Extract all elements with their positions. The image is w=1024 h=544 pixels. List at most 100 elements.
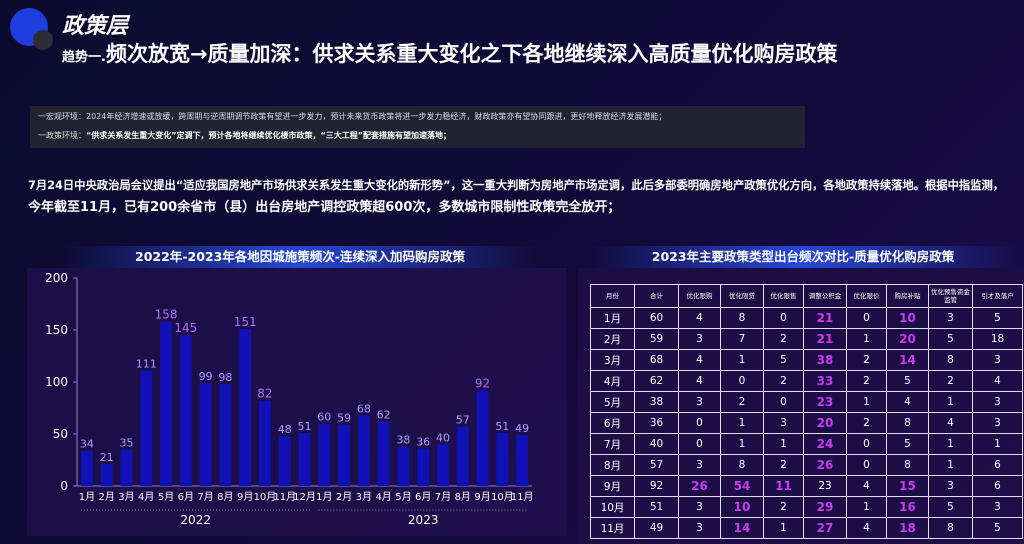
headline-text: 频次放宽→质量加深：供求关系重大变化之下各地继续深入高质量优化购房政策 bbox=[105, 42, 838, 66]
bar bbox=[496, 432, 509, 486]
table-row: 2月 59 3 7 2 21 1 20 5 18 bbox=[590, 328, 1023, 350]
bar-value-label: 111 bbox=[136, 358, 157, 371]
table-row: 4月 62 4 0 2 33 2 5 2 4 bbox=[590, 370, 1023, 392]
bar-value-label: 51 bbox=[298, 420, 312, 433]
bar bbox=[357, 415, 370, 486]
table-month-cell: 7月 bbox=[590, 433, 635, 455]
bar bbox=[476, 390, 489, 486]
table-value-cell: 1 bbox=[846, 328, 887, 350]
table-value-cell: 0 bbox=[763, 307, 804, 329]
table-value-cell: 8 bbox=[928, 517, 973, 539]
table-value-cell: 4 bbox=[928, 412, 973, 434]
table-value-cell: 16 bbox=[886, 496, 929, 518]
bar-value-label: 62 bbox=[377, 409, 391, 422]
table-value-cell: 5 bbox=[886, 370, 929, 392]
table-value-cell: 3 bbox=[972, 496, 1023, 518]
bar bbox=[199, 383, 212, 486]
table-value-cell: 92 bbox=[634, 475, 679, 497]
x-tick-label: 12月 bbox=[293, 491, 316, 503]
table-value-cell: 33 bbox=[803, 370, 847, 392]
table-month-cell: 2月 bbox=[590, 328, 635, 350]
table-value-cell: 6 bbox=[972, 475, 1023, 497]
bar bbox=[100, 464, 113, 486]
table-value-cell: 2 bbox=[928, 370, 973, 392]
table-value-cell: 23 bbox=[803, 391, 847, 413]
logo-dot-icon bbox=[33, 30, 53, 50]
table-value-cell: 36 bbox=[634, 412, 679, 434]
table-month-cell: 5月 bbox=[590, 391, 635, 413]
table-month-cell: 4月 bbox=[590, 370, 635, 392]
x-tick-label: 3月 bbox=[118, 491, 134, 503]
table-header-cell: 引才及落户 bbox=[972, 284, 1023, 308]
table-header-cell: 合计 bbox=[634, 284, 679, 308]
table-value-cell: 0 bbox=[846, 307, 887, 329]
bar-value-label: 92 bbox=[475, 376, 490, 390]
x-tick-label: 3月 bbox=[356, 491, 372, 503]
x-tick-label: 9月 bbox=[474, 491, 490, 503]
table-row: 10月 51 3 10 2 29 1 16 5 3 bbox=[590, 496, 1023, 518]
bar bbox=[397, 446, 410, 486]
summary-line-2: 今年截至11月，已有200余省市（县）出台房地产调控政策超600次，多数城市限制… bbox=[28, 200, 621, 215]
table-value-cell: 4 bbox=[886, 391, 929, 413]
macro-line: 一宏观环境：2024年经济增速或放缓，跨周期与逆周期调节政策有望进一步发力，预计… bbox=[38, 111, 666, 122]
table-value-cell: 24 bbox=[803, 433, 847, 455]
x-tick-label: 11月 bbox=[511, 491, 534, 503]
table-value-cell: 5 bbox=[928, 328, 973, 350]
table-header-cell: 调整公积金 bbox=[803, 284, 847, 308]
policy-label: 一政策环境： bbox=[38, 131, 86, 140]
bar bbox=[278, 436, 291, 486]
table-value-cell: 1 bbox=[720, 412, 764, 434]
bar-value-label: 151 bbox=[234, 315, 257, 329]
table-value-cell: 59 bbox=[634, 328, 679, 350]
bar bbox=[417, 448, 430, 486]
x-tick-label: 7月 bbox=[197, 491, 213, 503]
bar-value-label: 59 bbox=[337, 412, 351, 425]
bar bbox=[160, 321, 172, 486]
table-value-cell: 0 bbox=[678, 412, 721, 434]
x-tick-label: 5月 bbox=[158, 491, 174, 503]
bar bbox=[338, 424, 350, 486]
table-value-cell: 1 bbox=[763, 517, 804, 539]
table-value-cell: 20 bbox=[886, 328, 929, 350]
table-value-cell: 3 bbox=[678, 496, 721, 518]
table-value-cell: 21 bbox=[803, 307, 847, 329]
table-value-cell: 3 bbox=[678, 517, 721, 539]
table-value-cell: 3 bbox=[972, 391, 1023, 413]
bar bbox=[140, 370, 153, 486]
summary-line-1: 7月24日中央政治局会议提出“适应我国房地产市场供求关系发生重大变化的新形势”，… bbox=[28, 179, 1005, 192]
table-value-cell: 2 bbox=[720, 391, 764, 413]
bar bbox=[516, 435, 529, 486]
table-month-cell: 6月 bbox=[590, 412, 635, 434]
table-value-cell: 2 bbox=[763, 370, 804, 392]
table-header-cell: 优化限售 bbox=[763, 284, 804, 308]
table-value-cell: 1 bbox=[846, 496, 887, 518]
x-tick-label: 9月 bbox=[237, 491, 253, 503]
policy-text: “供求关系发生重大变化”定调下，预计各地将继续优化楼市政策，“三大工程”配套措施… bbox=[86, 131, 452, 140]
policy-line: 一政策环境：“供求关系发生重大变化”定调下，预计各地将继续优化楼市政策，“三大工… bbox=[38, 130, 451, 141]
table-value-cell: 8 bbox=[928, 349, 973, 371]
bar-value-label: 57 bbox=[456, 414, 470, 427]
table-value-cell: 23 bbox=[803, 475, 847, 497]
table-value-cell: 5 bbox=[972, 517, 1023, 539]
bar-value-label: 99 bbox=[199, 370, 213, 383]
table-value-cell: 29 bbox=[803, 496, 847, 518]
table-value-cell: 1 bbox=[846, 391, 887, 413]
bar-value-label: 51 bbox=[495, 420, 509, 433]
table-value-cell: 0 bbox=[846, 454, 887, 476]
table-value-cell: 0 bbox=[720, 370, 764, 392]
table-month-cell: 9月 bbox=[590, 475, 635, 497]
table-row: 11月 49 3 14 1 27 4 18 8 5 bbox=[590, 517, 1023, 539]
table-value-cell: 3 bbox=[763, 412, 804, 434]
table-value-cell: 18 bbox=[972, 328, 1023, 350]
bar-value-label: 60 bbox=[317, 411, 331, 424]
table-header-cell: 购房补贴 bbox=[886, 284, 929, 308]
bar bbox=[179, 335, 192, 486]
bar-value-label: 145 bbox=[174, 321, 197, 335]
table-month-cell: 10月 bbox=[590, 496, 635, 518]
table-month-cell: 1月 bbox=[590, 307, 635, 329]
macro-label: 一宏观环境： bbox=[38, 112, 86, 121]
table-value-cell: 26 bbox=[678, 475, 721, 497]
policy-type-table: 月份 合计 优化限购 优化限贷 优化限售 调整公积金 优化限价 购房补贴 优化预售资金监管 引才及… bbox=[590, 284, 1023, 539]
table-value-cell: 3 bbox=[678, 328, 721, 350]
table-value-cell: 5 bbox=[886, 433, 929, 455]
